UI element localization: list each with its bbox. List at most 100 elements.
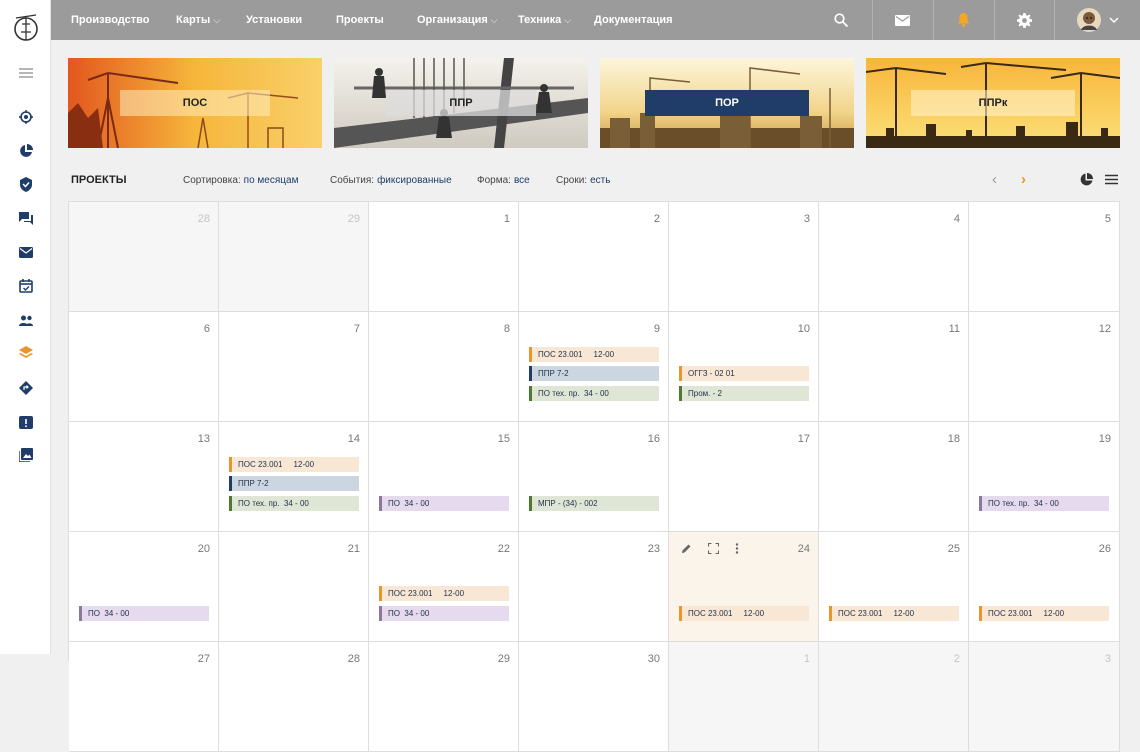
calendar-day-cell[interactable]: 23	[519, 532, 669, 642]
banner-pprk[interactable]: ППРк	[866, 58, 1120, 148]
calendar-day-cell[interactable]: 10 ОГГЗ - 02 01 Пром. - 2	[669, 312, 819, 422]
search-button[interactable]	[811, 0, 871, 40]
filter-label: Сортировка:	[183, 175, 241, 186]
calendar-day-cell[interactable]: 3	[669, 202, 819, 312]
calendar-day-cell[interactable]: 4	[819, 202, 969, 312]
banner-ppr[interactable]: ППР	[334, 58, 588, 148]
calendar-event[interactable]: ПО 34 - 00	[379, 605, 509, 621]
banner-label: ПОР	[645, 90, 809, 116]
calendar-event[interactable]: ПО тех. пр. 34 - 00	[529, 385, 659, 401]
nav-production[interactable]: Производство	[71, 0, 149, 40]
prev-month-button[interactable]: ‹	[992, 171, 997, 188]
calendar-day-cell[interactable]: 14 ПОС 23.001 12-00 ППР 7-2 ПО тех. пр. 34 …	[219, 422, 369, 532]
calendar-day-cell[interactable]: 19 ПО тех. пр. 34 - 00	[969, 422, 1120, 532]
calendar-day-cell[interactable]: 21	[219, 532, 369, 642]
calendar-event[interactable]: ПО 34 - 00	[379, 495, 509, 511]
nav-organization[interactable]: Организация ⌵	[417, 0, 498, 40]
banner-pos[interactable]: ПОС	[68, 58, 322, 148]
calendar-event[interactable]: ПОС 23.001 12-00	[979, 605, 1109, 621]
calendar-check-icon[interactable]	[15, 277, 37, 295]
calendar-day-cell[interactable]: 20 ПО 34 - 00	[69, 532, 219, 642]
calendar-event[interactable]: ППР 7-2	[529, 366, 659, 381]
calendar-day-cell[interactable]: 2	[519, 202, 669, 312]
menu-icon[interactable]	[15, 64, 37, 82]
banner-por[interactable]: ПОР	[600, 58, 854, 148]
calendar-event[interactable]: Пром. - 2	[679, 385, 809, 401]
calendar-day-cell[interactable]: 26 ПОС 23.001 12-00	[969, 532, 1120, 642]
calendar-day-cell[interactable]: 29	[219, 202, 369, 312]
calendar-event[interactable]: ПО тех. пр. 34 - 00	[229, 495, 359, 511]
gallery-icon[interactable]	[15, 446, 37, 464]
users-icon[interactable]	[15, 311, 37, 329]
calendar-day-cell[interactable]: 24 ПОС 23.001 12-00	[669, 532, 819, 642]
calendar-day-cell[interactable]: 18	[819, 422, 969, 532]
calendar-event[interactable]: ПОС 23.001 12-00	[679, 605, 809, 621]
calendar-day-cell[interactable]: 25 ПОС 23.001 12-00	[819, 532, 969, 642]
calendar-day-cell[interactable]: 27	[69, 642, 219, 752]
logo-icon[interactable]	[13, 12, 39, 42]
pencil-icon[interactable]	[681, 543, 692, 554]
calendar-day-cell[interactable]: 15 ПО 34 - 00	[369, 422, 519, 532]
calendar-day-cell[interactable]: 22 ПОС 23.001 12-00 ПО 34 - 00	[369, 532, 519, 642]
next-month-button[interactable]: ›	[1021, 171, 1026, 188]
user-menu-button[interactable]	[1054, 0, 1140, 40]
day-number: 28	[347, 653, 360, 665]
notifications-button[interactable]	[933, 0, 993, 40]
calendar-day-cell[interactable]: 16 МПР - (34) - 002	[519, 422, 669, 532]
more-vertical-icon[interactable]	[735, 543, 739, 554]
calendar-event[interactable]: ПО 34 - 00	[79, 605, 209, 621]
nav-equipment[interactable]: Техника ⌵	[518, 0, 571, 40]
chat-icon[interactable]	[15, 209, 37, 227]
nav-maps[interactable]: Карты ⌵	[176, 0, 220, 40]
calendar-event[interactable]: ПОС 23.001 12-00	[529, 346, 659, 362]
pie-chart-view-icon[interactable]	[1080, 173, 1093, 189]
calendar-day-cell[interactable]: 17	[669, 422, 819, 532]
nav-installations[interactable]: Установки	[246, 0, 302, 40]
target-icon[interactable]	[15, 108, 37, 126]
calendar-day-cell[interactable]: 8	[369, 312, 519, 422]
calendar-day-cell[interactable]: 2	[819, 642, 969, 752]
calendar-day-cell[interactable]: 29	[369, 642, 519, 752]
calendar-day-cell[interactable]: 5	[969, 202, 1120, 312]
calendar-event[interactable]: ПОС 23.001 12-00	[379, 586, 509, 601]
nav-projects[interactable]: Проекты	[336, 0, 384, 40]
calendar-day-cell[interactable]: 30	[519, 642, 669, 752]
calendar-day-cell[interactable]: 6	[69, 312, 219, 422]
layers-icon[interactable]	[15, 344, 37, 362]
filter-deadlines[interactable]: Сроки: есть	[556, 175, 610, 186]
shield-check-icon[interactable]	[15, 175, 37, 193]
directions-icon[interactable]	[15, 379, 37, 397]
chevron-down-icon: ⌵	[564, 15, 572, 25]
pie-chart-icon[interactable]	[15, 142, 37, 160]
filter-value[interactable]: фиксированные	[377, 175, 452, 186]
filter-events[interactable]: События: фиксированные	[330, 175, 452, 186]
calendar-day-cell[interactable]: 11	[819, 312, 969, 422]
filter-value[interactable]: все	[514, 175, 530, 186]
mail-icon[interactable]	[15, 243, 37, 261]
filter-value[interactable]: есть	[590, 175, 610, 186]
calendar-day-cell[interactable]: 28	[69, 202, 219, 312]
calendar-day-cell[interactable]: 9 ПОС 23.001 12-00 ППР 7-2 ПО тех. пр. 34 -…	[519, 312, 669, 422]
filter-form[interactable]: Форма: все	[477, 175, 530, 186]
calendar-event[interactable]: МПР - (34) - 002	[529, 495, 659, 511]
list-view-icon[interactable]	[1105, 174, 1118, 188]
nav-documentation[interactable]: Документация	[594, 0, 673, 40]
calendar-day-cell[interactable]: 13	[69, 422, 219, 532]
calendar-event[interactable]: ОГГЗ - 02 01	[679, 366, 809, 381]
calendar-event[interactable]: ПО тех. пр. 34 - 00	[979, 495, 1109, 511]
calendar-day-cell[interactable]: 12	[969, 312, 1120, 422]
filter-sort[interactable]: Сортировка: по месяцам	[183, 175, 298, 186]
expand-icon[interactable]	[708, 543, 719, 554]
filter-value[interactable]: по месяцам	[244, 175, 299, 186]
calendar-day-cell[interactable]: 1	[369, 202, 519, 312]
alert-box-icon[interactable]	[15, 413, 37, 431]
mail-button[interactable]	[872, 0, 932, 40]
calendar-event[interactable]: ПОС 23.001 12-00	[229, 456, 359, 472]
settings-button[interactable]	[994, 0, 1054, 40]
calendar-day-cell[interactable]: 3	[969, 642, 1120, 752]
calendar-event[interactable]: ППР 7-2	[229, 476, 359, 491]
calendar-day-cell[interactable]: 28	[219, 642, 369, 752]
calendar-event[interactable]: ПОС 23.001 12-00	[829, 605, 959, 621]
calendar-day-cell[interactable]: 7	[219, 312, 369, 422]
calendar-day-cell[interactable]: 1	[669, 642, 819, 752]
